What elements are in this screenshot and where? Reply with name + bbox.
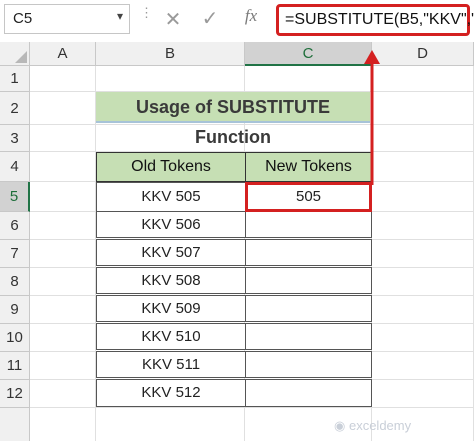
row-header-13[interactable] (0, 408, 30, 441)
table-cell-old[interactable]: KKV 505 (96, 182, 246, 212)
insert-function-button[interactable]: fx (240, 6, 262, 30)
row-header-5[interactable]: 5 (0, 182, 30, 212)
cancel-icon[interactable]: ✕ (163, 7, 183, 31)
table-cell-new[interactable] (245, 323, 372, 350)
table-cell-old[interactable]: KKV 507 (96, 239, 246, 266)
sheet-title[interactable]: Usage of SUBSTITUTE Function (96, 92, 370, 147)
checkmark-icon[interactable]: ✓ (199, 6, 221, 30)
table-cell-old[interactable]: KKV 508 (96, 267, 246, 294)
row-header-6[interactable]: 6 (0, 212, 30, 240)
chevron-down-icon[interactable]: ▾ (117, 9, 123, 23)
active-cell-highlight (245, 182, 372, 212)
row-header-9[interactable]: 9 (0, 296, 30, 324)
drag-handle-icon[interactable]: ⋮ (140, 6, 153, 28)
table-cell-old[interactable]: KKV 506 (96, 211, 246, 238)
table-header-new-tokens[interactable]: New Tokens (245, 152, 372, 182)
table-cell-new[interactable] (245, 351, 372, 378)
row-header-7[interactable]: 7 (0, 240, 30, 268)
select-all-corner[interactable] (0, 42, 30, 66)
column-header-b[interactable]: B (96, 42, 245, 66)
table-cell-old[interactable]: KKV 509 (96, 295, 246, 322)
row-header-4[interactable]: 4 (0, 152, 30, 182)
name-box[interactable]: C5 ▾ (4, 4, 130, 34)
watermark-logo: ◉ exceldemy (334, 418, 444, 438)
gridline (30, 407, 474, 408)
row-header-11[interactable]: 11 (0, 352, 30, 380)
row-header-12[interactable]: 12 (0, 380, 30, 408)
table-cell-new[interactable] (245, 295, 372, 322)
column-header-c[interactable]: C (245, 42, 372, 66)
row-header-1[interactable]: 1 (0, 66, 30, 92)
name-box-value: C5 (13, 10, 33, 27)
table-header-old-tokens[interactable]: Old Tokens (96, 152, 246, 182)
table-cell-old[interactable]: KKV 512 (96, 379, 246, 407)
table-cell-old[interactable]: KKV 510 (96, 323, 246, 350)
annotation-arrow (364, 50, 380, 185)
column-header-a[interactable]: A (30, 42, 96, 66)
table-cell-new[interactable] (245, 211, 372, 238)
table-cell-new[interactable] (245, 239, 372, 266)
row-header-8[interactable]: 8 (0, 268, 30, 296)
table-cell-new[interactable] (245, 379, 372, 407)
watermark-text: exceldemy (348, 418, 412, 433)
table-cell-old[interactable]: KKV 511 (96, 351, 246, 378)
row-header-2[interactable]: 2 (0, 92, 30, 125)
row-header-10[interactable]: 10 (0, 324, 30, 352)
formula-input[interactable]: =SUBSTITUTE(B5,"KKV","") (276, 4, 474, 36)
row-header-3[interactable]: 3 (0, 125, 30, 152)
column-header-d[interactable]: D (372, 42, 474, 66)
table-cell-new[interactable] (245, 267, 372, 294)
watermark-icon: ◉ (334, 418, 346, 433)
